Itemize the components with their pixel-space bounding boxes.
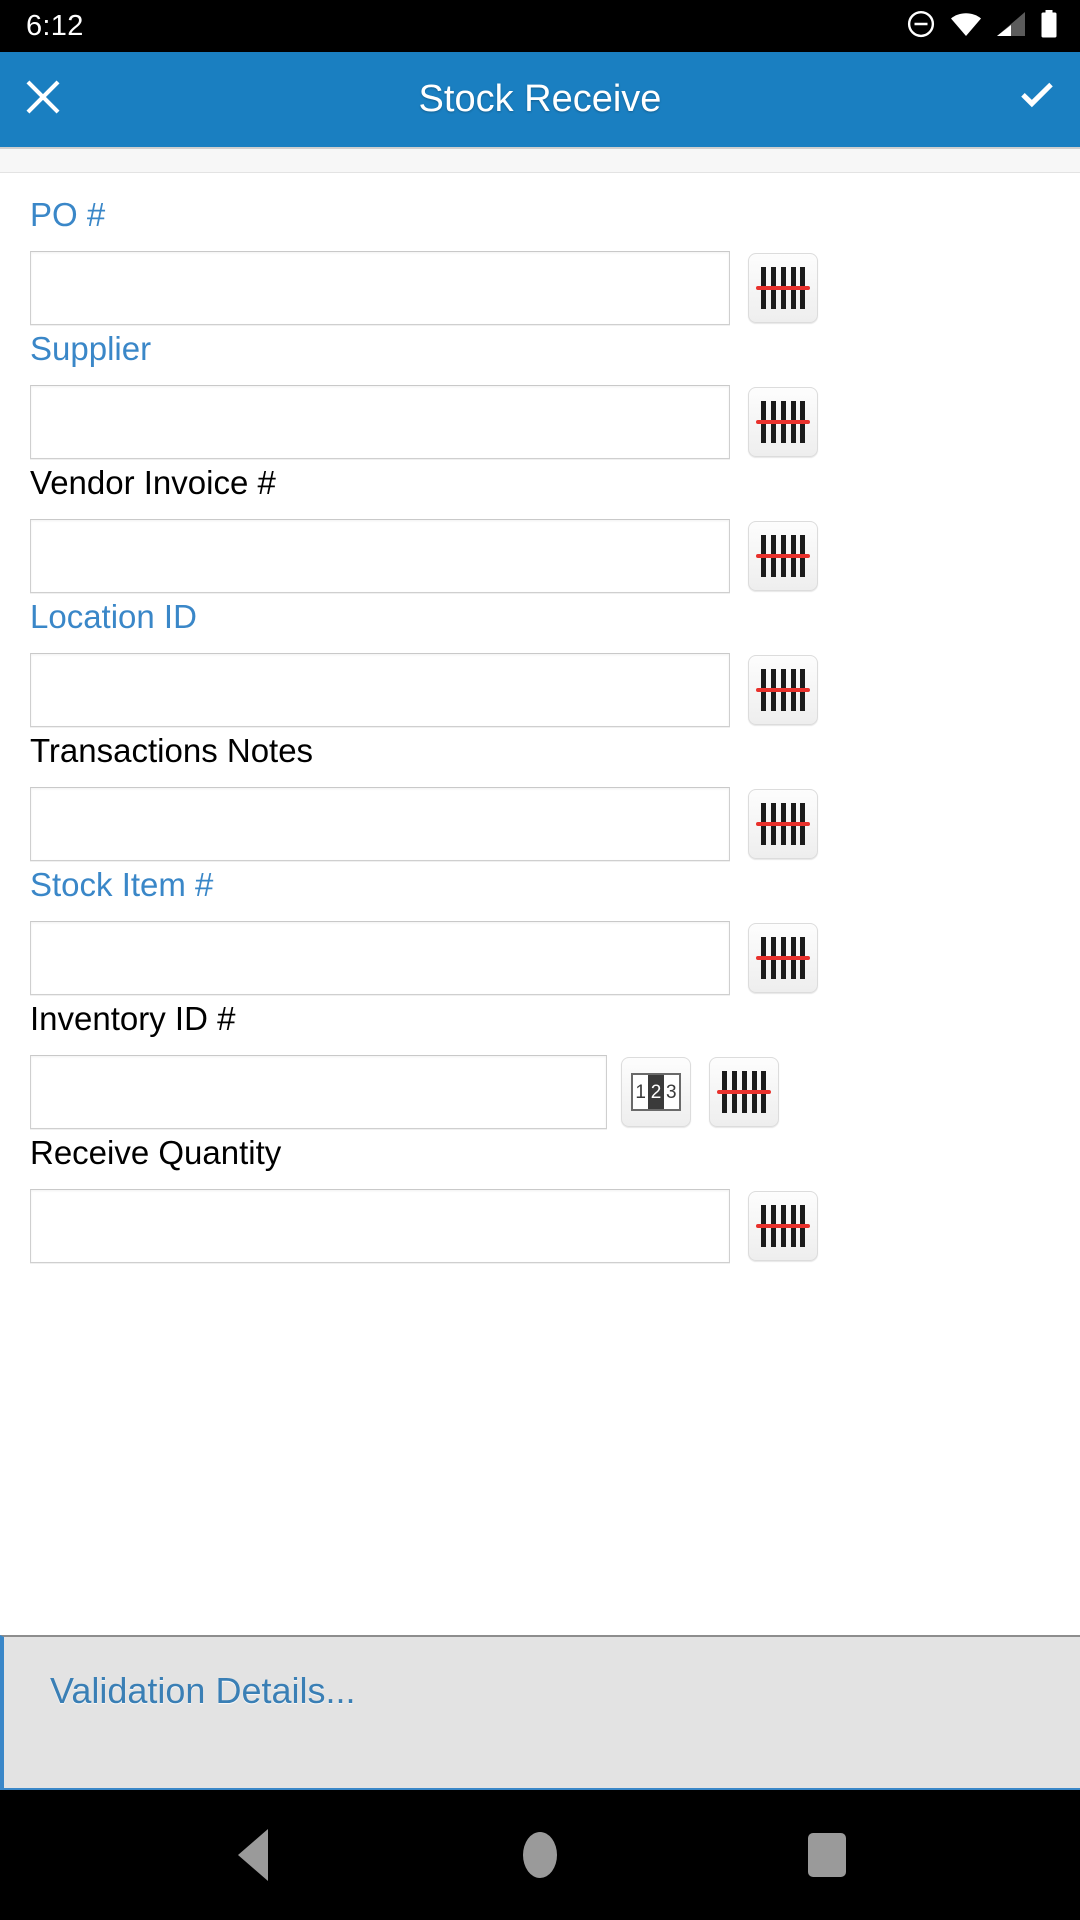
field-row — [0, 1189, 1080, 1263]
stock-receive-form: PO # Supplier Vendor Invoice # Location … — [0, 173, 1080, 1635]
nav-home-button[interactable] — [485, 1800, 595, 1910]
barcode-scan-button-po-number[interactable] — [748, 253, 818, 323]
barcode-scan-icon — [756, 1205, 810, 1247]
close-icon — [21, 75, 65, 124]
field-label: Inventory ID # — [30, 1000, 236, 1037]
home-circle-icon — [522, 1832, 557, 1878]
status-bar-clock: 6:12 — [26, 9, 84, 42]
barcode-scan-icon — [717, 1071, 771, 1113]
field-label: Transactions Notes — [30, 732, 314, 769]
field-vendor-invoice: Vendor Invoice # — [0, 463, 1080, 593]
barcode-scan-icon — [756, 669, 810, 711]
field-label: Stock Item # — [30, 866, 214, 903]
app-bar-divider — [0, 147, 1080, 173]
number-counter-digit-3: 3 — [666, 1081, 677, 1103]
validation-panel[interactable]: Validation Details... — [0, 1635, 1080, 1790]
field-label: PO # — [30, 196, 106, 233]
field-row — [0, 251, 1080, 325]
field-supplier: Supplier — [0, 329, 1080, 459]
wifi-icon — [950, 11, 982, 42]
field-label: Vendor Invoice # — [30, 464, 276, 501]
receive-quantity-input[interactable] — [30, 1189, 730, 1263]
confirm-button[interactable] — [994, 52, 1080, 147]
barcode-scan-icon — [756, 401, 810, 443]
field-row: 1 2 3 — [0, 1055, 1080, 1129]
field-row — [0, 653, 1080, 727]
number-counter-icon: 1 2 3 — [631, 1073, 681, 1111]
field-transactions-notes: Transactions Notes — [0, 731, 1080, 861]
barcode-scan-button-supplier[interactable] — [748, 387, 818, 457]
field-receive-quantity: Receive Quantity — [0, 1133, 1080, 1263]
field-row — [0, 385, 1080, 459]
number-counter-digit-2: 2 — [648, 1075, 664, 1109]
cellular-signal-icon — [996, 11, 1026, 42]
transactions-notes-input[interactable] — [30, 787, 730, 861]
field-po-number: PO # — [0, 195, 1080, 325]
barcode-scan-button-receive-quantity[interactable] — [748, 1191, 818, 1261]
status-bar-icons — [906, 9, 1058, 44]
field-inventory-id: Inventory ID # 1 2 3 — [0, 999, 1080, 1129]
android-navigation-bar — [0, 1790, 1080, 1920]
field-label: Location ID — [30, 598, 197, 635]
close-button[interactable] — [0, 52, 86, 147]
field-label: Receive Quantity — [30, 1134, 282, 1171]
inventory-id-input[interactable] — [30, 1055, 607, 1129]
field-row — [0, 787, 1080, 861]
supplier-input[interactable] — [30, 385, 730, 459]
barcode-scan-button-vendor-invoice[interactable] — [748, 521, 818, 591]
number-counter-button-inventory-id[interactable]: 1 2 3 — [621, 1057, 691, 1127]
barcode-scan-button-inventory-id[interactable] — [709, 1057, 779, 1127]
barcode-scan-icon — [756, 937, 810, 979]
page-title: Stock Receive — [418, 78, 662, 120]
nav-back-button[interactable] — [198, 1800, 308, 1910]
field-row — [0, 921, 1080, 995]
recents-square-icon — [807, 1833, 846, 1877]
barcode-scan-icon — [756, 535, 810, 577]
battery-icon — [1040, 9, 1058, 43]
app-screen: 6:12 Stock Receive PO # Supplier Vendor … — [0, 0, 1080, 1920]
po-number-input[interactable] — [30, 251, 730, 325]
do-not-disturb-icon — [906, 9, 936, 44]
nav-recents-button[interactable] — [772, 1800, 882, 1910]
field-row — [0, 519, 1080, 593]
location-id-input[interactable] — [30, 653, 730, 727]
barcode-scan-icon — [756, 267, 810, 309]
field-location-id: Location ID — [0, 597, 1080, 727]
barcode-scan-button-transactions-notes[interactable] — [748, 789, 818, 859]
number-counter-digit-1: 1 — [635, 1081, 646, 1103]
field-stock-item: Stock Item # — [0, 865, 1080, 995]
app-bar: Stock Receive — [0, 52, 1080, 147]
back-triangle-icon — [238, 1829, 269, 1881]
validation-details-link[interactable]: Validation Details... — [50, 1669, 1080, 1713]
barcode-scan-button-location-id[interactable] — [748, 655, 818, 725]
barcode-scan-button-stock-item[interactable] — [748, 923, 818, 993]
stock-item-input[interactable] — [30, 921, 730, 995]
vendor-invoice-input[interactable] — [30, 519, 730, 593]
check-icon — [1015, 75, 1059, 124]
barcode-scan-icon — [756, 803, 810, 845]
field-label: Supplier — [30, 330, 152, 367]
status-bar: 6:12 — [0, 0, 1080, 52]
